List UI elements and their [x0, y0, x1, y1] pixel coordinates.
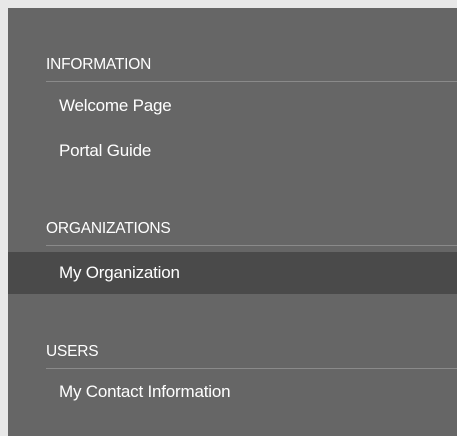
section-header-organizations: ORGANIZATIONS — [46, 212, 457, 246]
nav-item-label: My Contact Information — [59, 382, 231, 401]
nav-item-portal-guide[interactable]: Portal Guide — [8, 130, 457, 172]
nav-item-my-contact-information[interactable]: My Contact Information — [8, 371, 457, 413]
section-title: ORGANIZATIONS — [46, 220, 171, 237]
nav-item-label: Portal Guide — [59, 141, 152, 160]
section-header-information: INFORMATION — [46, 48, 457, 82]
section-title: INFORMATION — [46, 56, 152, 73]
section-title: USERS — [46, 343, 99, 360]
nav-item-label: My Organization — [59, 263, 180, 282]
nav-item-welcome-page[interactable]: Welcome Page — [8, 85, 457, 127]
nav-item-label: Welcome Page — [59, 96, 172, 115]
nav-item-my-organization[interactable]: My Organization — [8, 252, 457, 294]
sidebar-panel: INFORMATION Welcome Page Portal Guide OR… — [8, 8, 457, 436]
section-header-users: USERS — [46, 335, 457, 369]
